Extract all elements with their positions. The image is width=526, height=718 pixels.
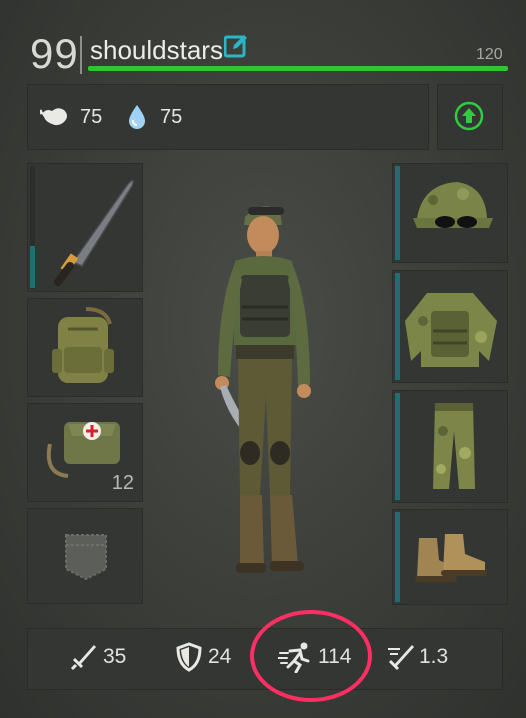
xp-bar [88, 66, 508, 71]
sword-icon [70, 645, 96, 671]
camo-pants-icon [433, 403, 475, 489]
username: shouldstars [90, 35, 223, 65]
defense-value: 24 [208, 645, 232, 668]
food-value: 75 [80, 106, 103, 128]
backpack-slot[interactable] [27, 298, 143, 397]
stomach-icon [40, 108, 67, 126]
body-slot[interactable] [392, 270, 508, 383]
camo-cap-icon [413, 182, 493, 228]
machete-icon [54, 179, 135, 286]
header-divider [80, 36, 82, 74]
feet-slot[interactable] [392, 509, 508, 605]
player-level: 99 [30, 30, 79, 77]
shield-icon [176, 642, 202, 672]
head-slot[interactable] [392, 163, 508, 263]
character-model [215, 206, 311, 573]
boots-icon [415, 534, 487, 582]
item-count: 12 [111, 472, 134, 494]
medkit-slot[interactable]: 12 [27, 403, 143, 502]
legs-slot[interactable] [392, 390, 508, 503]
weapon-slot[interactable] [27, 163, 143, 292]
pocket-slot[interactable] [27, 508, 143, 604]
tactical-vest-icon [405, 293, 497, 367]
fast-strike-icon [388, 645, 414, 671]
edit-name-icon[interactable] [224, 34, 248, 58]
pocket-icon [65, 534, 107, 581]
water-drop-icon [129, 105, 145, 129]
attack-value: 35 [103, 645, 127, 668]
water-value: 75 [160, 106, 183, 128]
backpack-icon [52, 307, 114, 383]
attack-speed-value: 1.3 [419, 645, 449, 668]
speed-highlight-circle [250, 610, 372, 702]
arrow-up-circle-icon[interactable] [454, 101, 484, 131]
xp-max-label: 120 [476, 46, 503, 63]
